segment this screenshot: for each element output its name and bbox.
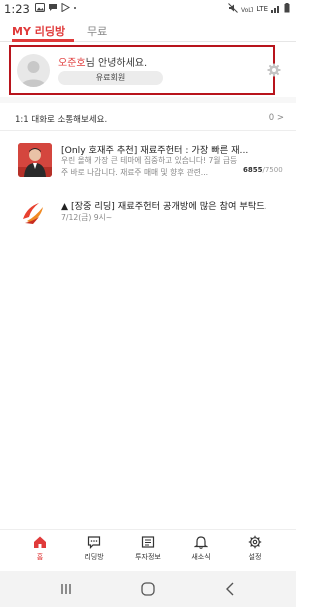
room-list-item[interactable]: [Only 호재주 추천] 재료주헌터 : 가장 빠른 재... 우린 올해 가… — [0, 140, 296, 186]
greeting-text: 오준호님 안녕하세요. — [58, 54, 147, 69]
play-store-icon — [61, 2, 70, 15]
tab-free[interactable]: 무료 — [87, 23, 107, 39]
gear-icon[interactable] — [267, 63, 281, 77]
member-badge: 유료회원 — [58, 71, 163, 85]
nav-reading-room[interactable]: 리딩방 — [69, 534, 119, 562]
status-bar: 1:23 VoLTE LTE — [0, 0, 296, 18]
volte-icon: VoLTE — [241, 4, 258, 15]
mute-icon — [228, 3, 239, 15]
user-icon — [21, 61, 46, 87]
gallery-icon — [34, 3, 45, 15]
greeting-suffix: 님 안녕하세요. — [85, 58, 148, 69]
network-label: LTE — [256, 5, 268, 13]
room-logo-icon — [23, 203, 43, 224]
section-divider — [0, 97, 296, 103]
system-nav-bar — [0, 571, 296, 607]
chat-prompt-text: 1:1 대화로 소통해보세요. — [15, 115, 108, 125]
tab-my-reading-room[interactable]: MY 리딩방 — [12, 23, 65, 39]
document-icon — [141, 536, 155, 548]
chat-count: 0 > — [268, 113, 284, 123]
room-title: [Only 호재주 추천] 재료주헌터 : 가장 빠른 재... — [61, 145, 249, 156]
nav-home[interactable]: 홈 — [15, 534, 65, 562]
recent-apps-icon[interactable] — [57, 580, 75, 598]
room-list-item[interactable]: ▲ [장중 리딩] 재료주헌터 공개방에 많은 참여 부탁드... 7/12(금… — [0, 196, 296, 230]
nav-investment-info[interactable]: 투자정보 — [123, 534, 173, 562]
svg-text:VoLTE: VoLTE — [241, 7, 253, 13]
room-participant-count: 6855/7500 — [243, 166, 283, 174]
room-schedule: 7/12(금) 9시~ — [61, 213, 113, 222]
battery-icon — [284, 3, 290, 15]
gear-icon — [248, 535, 262, 549]
profile-card[interactable]: 오준호님 안녕하세요. 유료회원 — [9, 45, 275, 95]
home-button-icon[interactable] — [139, 580, 157, 598]
user-name: 오준호 — [58, 58, 86, 69]
dot-icon — [73, 3, 77, 15]
tab-bar: MY 리딩방 무료 — [0, 18, 296, 42]
avatar[interactable] — [17, 54, 50, 87]
chat-bubble-icon — [87, 536, 101, 549]
nav-news[interactable]: 새소식 — [176, 534, 226, 562]
room-title: ▲ [장중 리딩] 재료주헌터 공개방에 많은 참여 부탁드... — [61, 201, 266, 212]
message-icon — [48, 3, 58, 15]
nav-settings[interactable]: 설정 — [230, 534, 280, 562]
room-thumbnail — [18, 143, 52, 177]
bottom-nav: 홈 리딩방 투자정보 새소식 설정 — [0, 529, 296, 571]
active-tab-indicator — [12, 39, 74, 42]
home-icon — [34, 536, 46, 548]
back-icon[interactable] — [222, 580, 240, 598]
bell-icon — [194, 536, 208, 549]
one-on-one-chat-row[interactable]: 1:1 대화로 소통해보세요. 0 > — [0, 105, 296, 131]
chevron-right-icon: > — [276, 113, 284, 123]
room-description: 우린 올해 가장 큰 테마에 집중하고 있습니다! 7월 급등주 바로 나갑니다… — [61, 156, 238, 177]
status-time: 1:23 — [4, 2, 30, 16]
signal-icon — [271, 4, 281, 15]
